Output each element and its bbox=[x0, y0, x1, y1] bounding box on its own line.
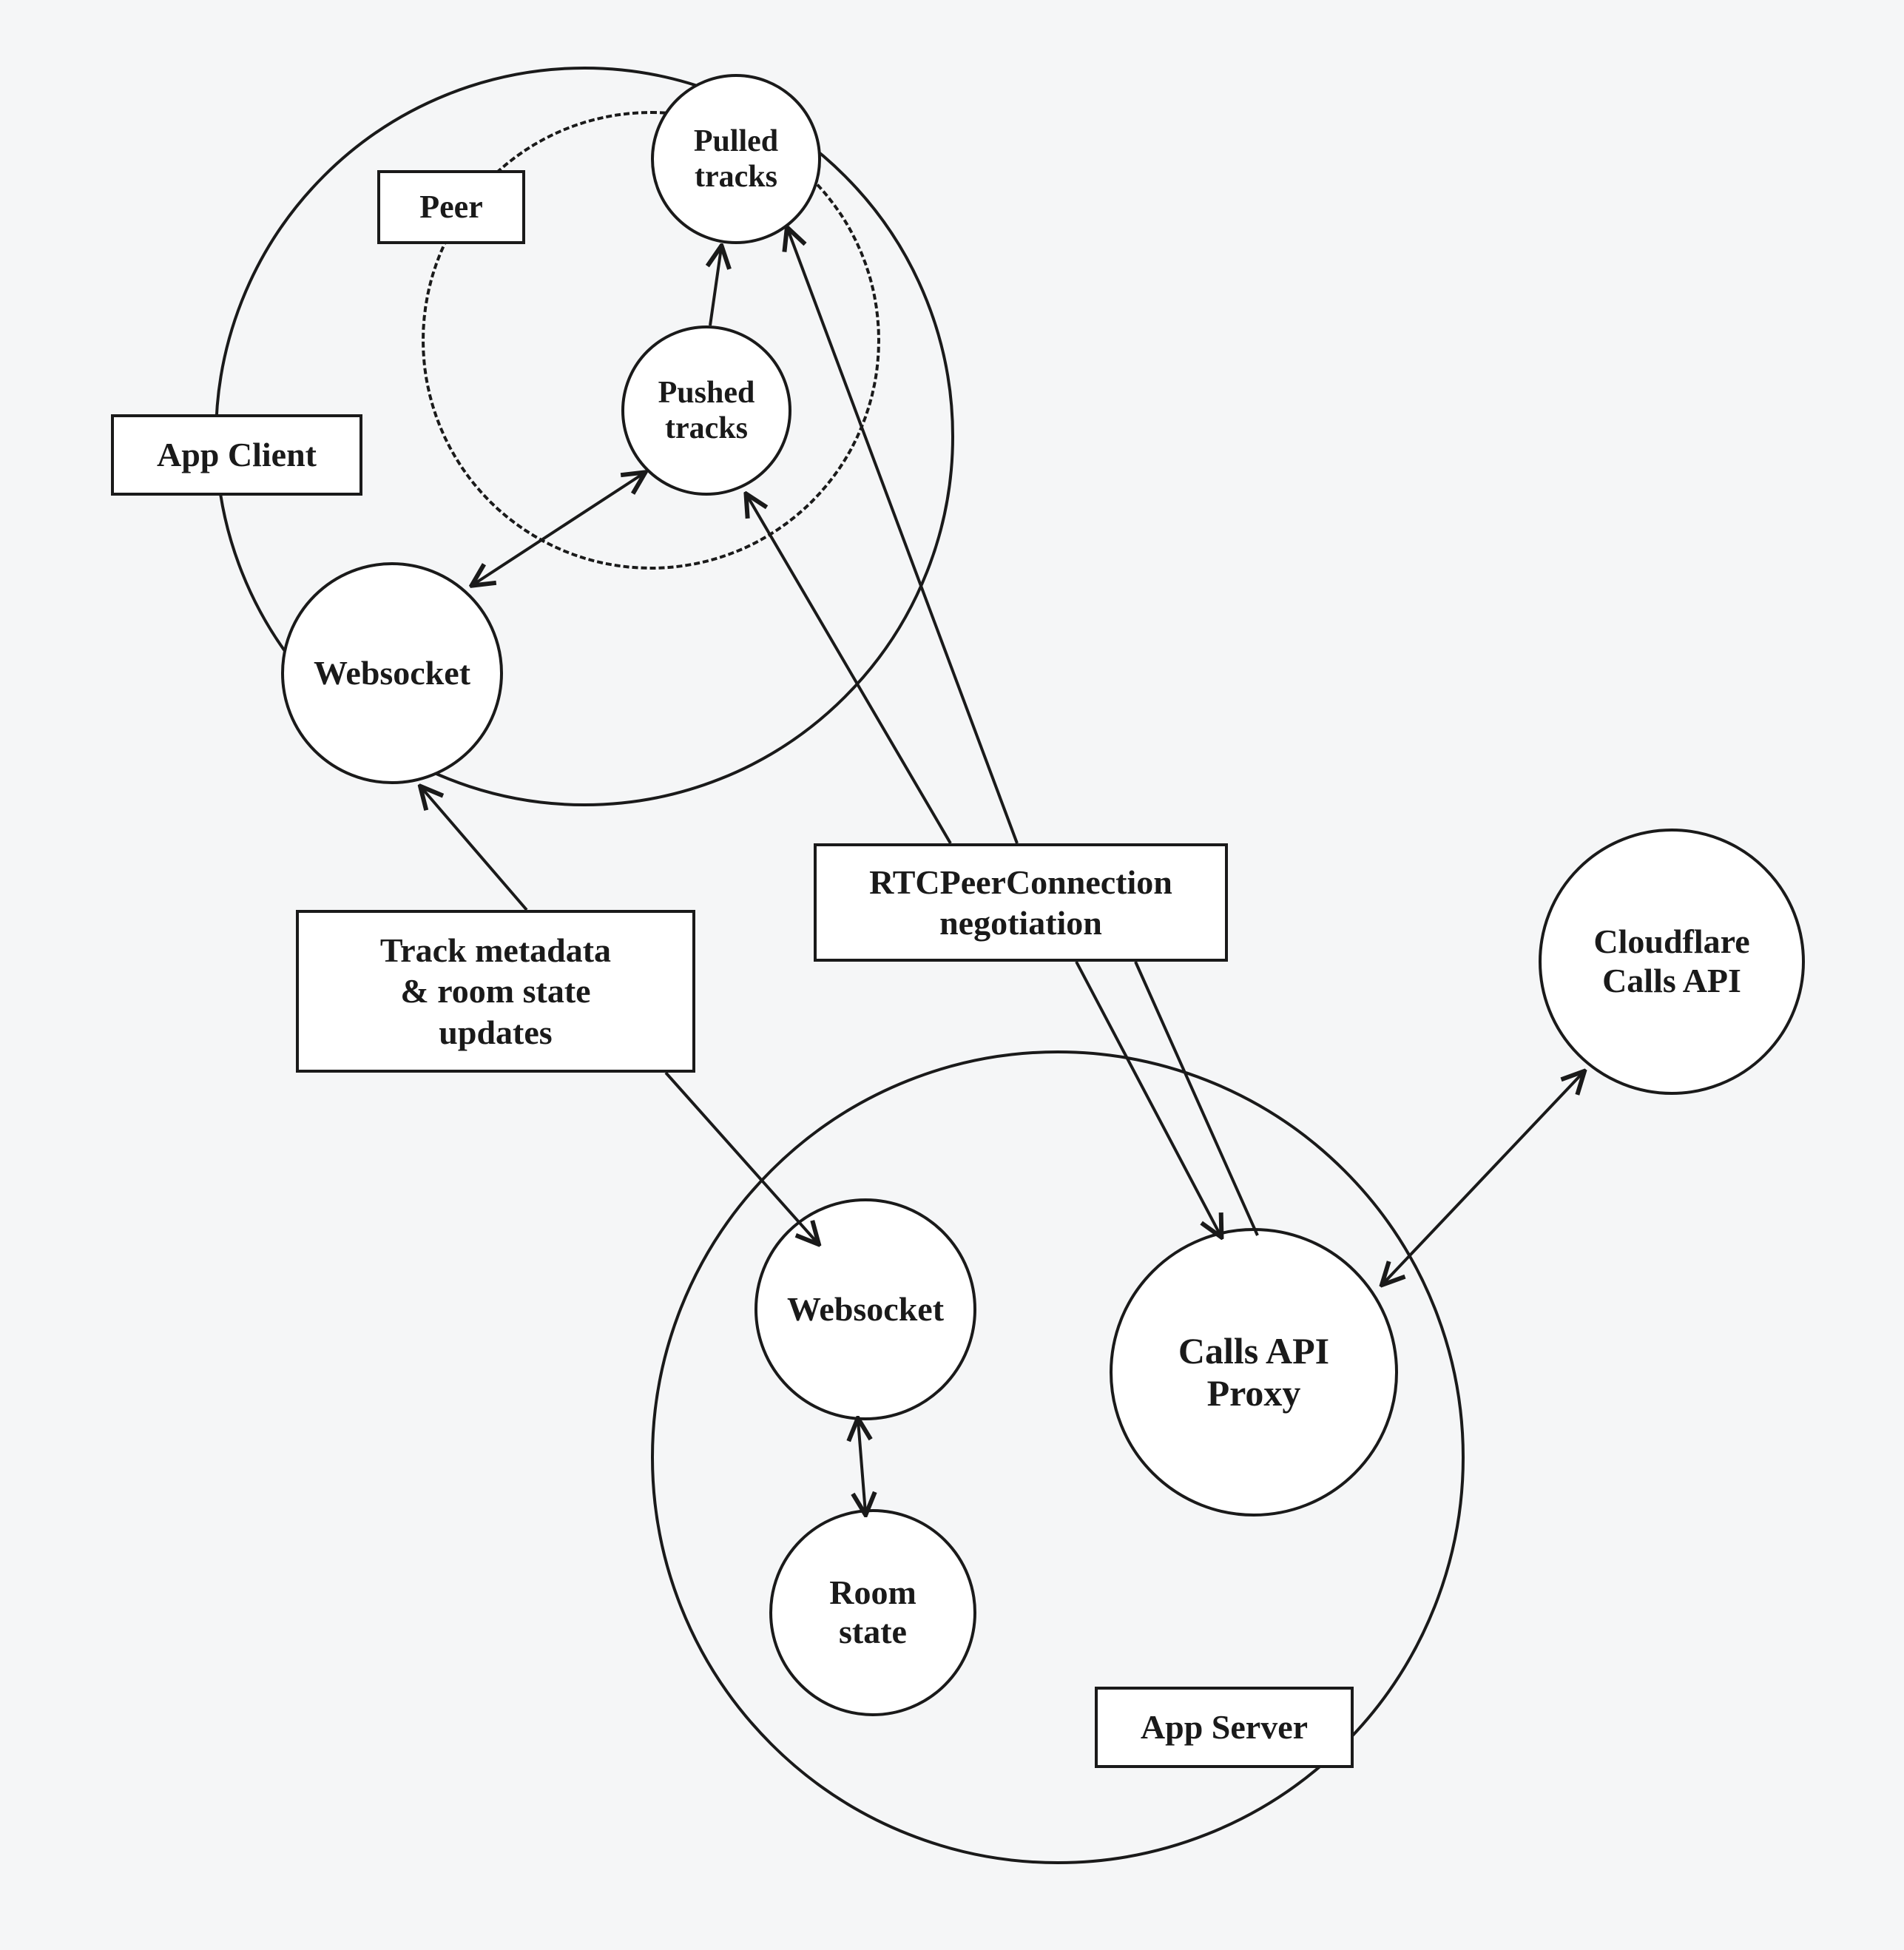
edge-ws-ws-lower bbox=[666, 1073, 817, 1243]
edge-pushed-proxy-lower bbox=[1076, 962, 1221, 1235]
edge-pulled-proxy-lower bbox=[1135, 962, 1257, 1235]
edge-ws-ws-upper bbox=[422, 788, 527, 910]
edge-proxy-cloudflare bbox=[1383, 1073, 1583, 1283]
edge-pushed-proxy-upper bbox=[747, 496, 951, 843]
edge-ws-room bbox=[858, 1420, 865, 1513]
edge-pushed-pulled bbox=[710, 248, 721, 325]
edge-ws-pushed bbox=[473, 473, 644, 584]
edge-pulled-proxy-upper bbox=[788, 229, 1017, 843]
diagram-connectors bbox=[0, 0, 1904, 1950]
